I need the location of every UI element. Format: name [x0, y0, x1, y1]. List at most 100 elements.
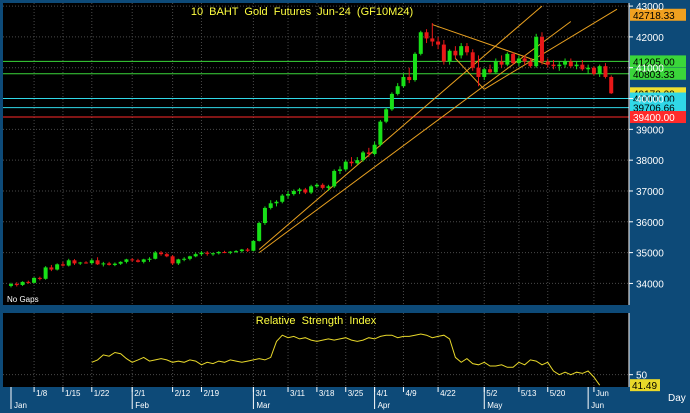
x-tick-label: 4/22: [440, 389, 456, 398]
candle-body: [164, 254, 169, 257]
candle-body: [187, 256, 192, 259]
candle-body: [245, 249, 250, 251]
candle-body: [372, 144, 377, 154]
candle-body: [159, 252, 164, 255]
y-tick-label: 39000: [636, 125, 664, 136]
candle-body: [291, 190, 296, 195]
candle-body: [55, 264, 60, 270]
candle-body: [488, 69, 493, 73]
candle-body: [141, 259, 146, 262]
candle-body: [597, 66, 602, 74]
candle-body: [453, 50, 458, 56]
x-tick-label: 5/2: [486, 389, 498, 398]
candle-body: [286, 194, 291, 196]
x-tick-label: 3/18: [319, 389, 335, 398]
candle-body: [337, 169, 342, 171]
candle-body: [95, 260, 100, 265]
candle-body: [153, 252, 158, 259]
candle-body: [222, 251, 227, 253]
candle-body: [499, 61, 504, 65]
y-tick-label: 40000: [636, 95, 664, 106]
candle-body: [14, 284, 19, 286]
candle-body: [447, 50, 452, 62]
candle-body: [395, 86, 400, 94]
candle-body: [413, 53, 417, 81]
candle-body: [118, 261, 123, 264]
chart-canvas: 42718.3341205.0040803.3340170.0040000.00…: [0, 0, 690, 413]
candle-body: [124, 259, 129, 262]
candle-body: [216, 251, 221, 254]
candle-body: [130, 259, 135, 261]
x-tick-label: 4/1: [377, 389, 389, 398]
candle-body: [574, 64, 579, 67]
candle-body: [389, 93, 394, 110]
y-tick-label: 41000: [636, 64, 664, 75]
month-label: Apr: [378, 401, 391, 410]
candle-body: [470, 52, 475, 68]
candle-body: [37, 277, 42, 279]
y-tick-label: 38000: [636, 156, 664, 167]
candle-body: [176, 259, 181, 264]
candle-body: [516, 58, 521, 64]
candle-body: [107, 263, 112, 265]
candle-body: [84, 262, 89, 264]
x-tick-label: Jun: [596, 389, 609, 398]
month-label: Feb: [135, 401, 149, 410]
month-label: Jan: [14, 401, 27, 410]
price-level-label: 39400.00: [633, 113, 675, 124]
candle-body: [407, 76, 412, 81]
candle-body: [309, 186, 314, 193]
x-tick-label: 1/8: [36, 389, 48, 398]
candle-body: [239, 249, 244, 252]
candle-body: [539, 36, 544, 62]
chart-title: 10 BAHT Gold Futures Jun-24 (GF10M24): [191, 6, 413, 18]
candle-body: [384, 109, 389, 122]
candle-body: [366, 152, 371, 154]
candle-body: [72, 260, 77, 264]
candle-body: [205, 252, 210, 254]
y-tick-label: 36000: [636, 218, 664, 229]
x-tick-label: 3/25: [348, 389, 364, 398]
candle-body: [280, 195, 285, 202]
rsi-last-label: 41.49: [632, 381, 657, 392]
candle-body: [361, 152, 366, 161]
candle-body: [580, 64, 585, 70]
candle-body: [314, 184, 319, 187]
month-label: Jun: [591, 401, 604, 410]
candle-body: [586, 67, 591, 70]
x-tick-label: 2/19: [203, 389, 219, 398]
candle-body: [378, 121, 383, 145]
candle-body: [101, 263, 106, 265]
y-tick-label: 34000: [636, 279, 664, 290]
candle-body: [522, 58, 527, 62]
candle-body: [355, 160, 360, 164]
candle-body: [528, 61, 533, 67]
candle-body: [89, 260, 94, 264]
candle-body: [20, 281, 25, 285]
month-label: May: [487, 401, 502, 410]
candle-body: [326, 186, 331, 188]
candle-body: [418, 32, 423, 54]
candle-body: [349, 161, 354, 164]
candle-body: [551, 64, 556, 67]
candle-body: [43, 267, 48, 279]
y-tick-label: 42000: [636, 33, 664, 44]
candle-body: [424, 32, 429, 39]
candle-body: [603, 66, 608, 77]
candle-body: [303, 189, 308, 193]
candle-body: [609, 76, 614, 94]
candle-body: [274, 201, 279, 204]
y-tick-label: 43000: [636, 2, 664, 13]
y-tick-label: 35000: [636, 249, 664, 260]
candle-body: [320, 184, 325, 188]
x-tick-label: 3/11: [290, 389, 306, 398]
candle-body: [211, 253, 215, 255]
y-tick-label: 37000: [636, 187, 664, 198]
candle-body: [234, 251, 239, 253]
candle-body: [268, 203, 273, 208]
x-tick-label: 5/20: [550, 389, 566, 398]
candle-body: [343, 161, 348, 170]
candle-body: [199, 252, 204, 255]
candle-body: [60, 264, 65, 266]
candle-body: [464, 46, 469, 53]
